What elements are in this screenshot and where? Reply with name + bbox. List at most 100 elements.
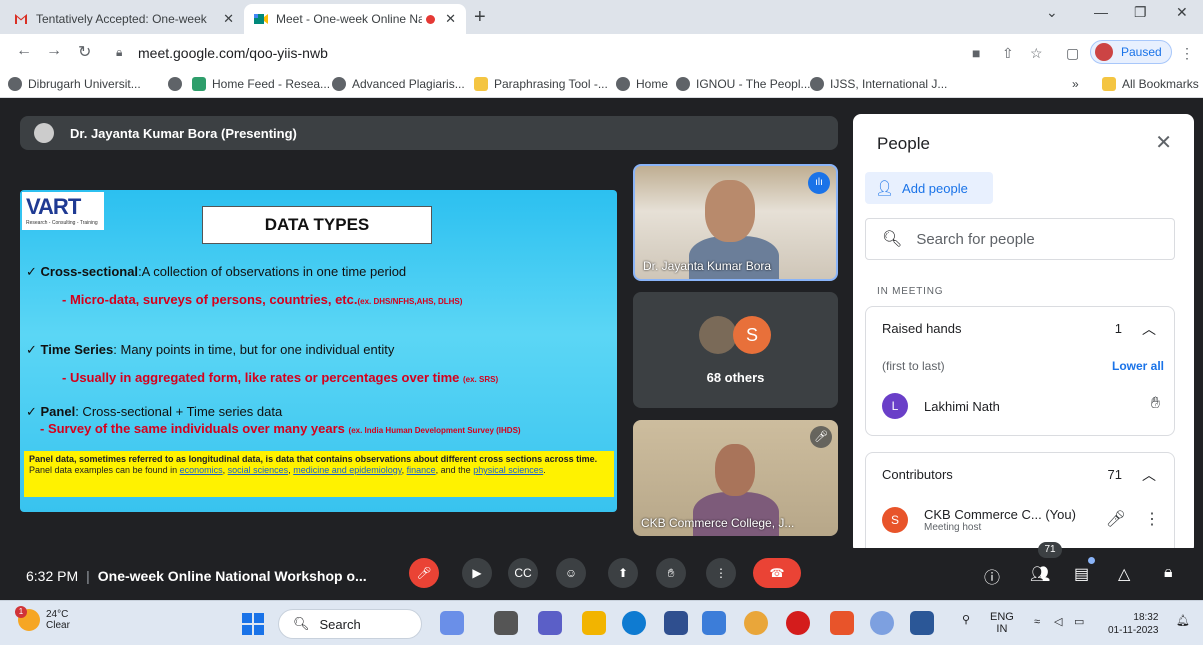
edge-icon[interactable]: [622, 611, 646, 635]
close-window-button[interactable]: ✕: [1176, 4, 1188, 21]
bookmark-item[interactable]: Home: [616, 77, 668, 91]
participant-tile-presenter[interactable]: ılı Dr. Jayanta Kumar Bora: [633, 164, 838, 281]
presenter-avatar: [34, 123, 54, 143]
participant-row[interactable]: S CKB Commerce C... (You) Meeting host: [882, 507, 1076, 533]
battery-icon[interactable]: ▭: [1074, 616, 1084, 628]
more-options-button[interactable]: ⋮: [706, 558, 736, 588]
mic-off-button[interactable]: 🎤︎: [409, 558, 439, 588]
host-controls-icon[interactable]: 🔒︎: [1164, 564, 1173, 582]
taskbar-clock[interactable]: 18:32 01-11-2023: [1108, 611, 1158, 637]
speaking-indicator-icon: ılı: [808, 172, 830, 194]
app-icon-mindmap[interactable]: [702, 611, 726, 635]
raised-hand-icon[interactable]: ✋︎: [1151, 395, 1160, 413]
close-tab-icon[interactable]: ✕: [445, 11, 456, 27]
add-people-button[interactable]: 👤︎ Add people: [865, 172, 993, 204]
others-count: 68 others: [706, 370, 765, 385]
temperature: 24°C: [46, 609, 69, 620]
globe-icon: [8, 77, 22, 91]
meet-icon: [254, 13, 268, 25]
weather-widget[interactable]: 1 24°C Clear: [15, 606, 70, 631]
file-explorer-icon[interactable]: [582, 611, 606, 635]
forward-icon[interactable]: →: [46, 42, 62, 60]
store-icon[interactable]: [664, 611, 688, 635]
opera-icon[interactable]: [786, 611, 810, 635]
present-button[interactable]: ⬆: [608, 558, 638, 588]
teams-icon[interactable]: [538, 611, 562, 635]
word-icon[interactable]: [910, 611, 934, 635]
raise-hand-button[interactable]: ✋︎: [656, 558, 686, 588]
camera-icon[interactable]: ■: [972, 45, 980, 61]
bookmark-item[interactable]: IGNOU - The Peopl...: [676, 77, 811, 91]
menu-icon[interactable]: ⋮: [1180, 45, 1194, 62]
slide-note: Panel data, sometimes referred to as lon…: [24, 451, 614, 497]
tab-search-icon[interactable]: ⌄: [1046, 4, 1058, 21]
more-bookmarks[interactable]: »: [1072, 77, 1079, 91]
chat-icon[interactable]: ▤: [1074, 564, 1089, 584]
slide-title: DATA TYPES: [202, 206, 432, 244]
close-tab-icon[interactable]: ✕: [223, 11, 234, 27]
back-icon[interactable]: ←: [16, 42, 32, 60]
captions-button[interactable]: CC: [508, 558, 538, 588]
meet-controls-bar: 6:32 PM | One-week Online National Worksho…: [0, 548, 1203, 600]
brave-icon[interactable]: [830, 611, 854, 635]
windows-start-button[interactable]: [242, 613, 264, 635]
lower-all-button[interactable]: Lower all: [1112, 359, 1164, 373]
pin-icon[interactable]: ⚲: [962, 614, 970, 626]
bookmark-item[interactable]: Advanced Plagiaris...: [332, 77, 465, 91]
bookmark-star-icon[interactable]: ☆: [1030, 45, 1043, 62]
tab-title: Tentatively Accepted: One-week: [36, 12, 207, 26]
bookmark-item[interactable]: IJSS, International J...: [810, 77, 947, 91]
folder-icon: [1102, 77, 1116, 91]
side-panel-icon[interactable]: ▢: [1066, 45, 1079, 62]
notification-bell-icon[interactable]: 🔔︎: [1176, 615, 1190, 627]
chevron-up-icon[interactable]: ︿: [1142, 319, 1156, 339]
reload-icon[interactable]: ↻: [78, 42, 91, 62]
bookmark-item[interactable]: Home Feed - Resea...: [192, 77, 330, 91]
participant-row[interactable]: L Lakhimi Nath: [882, 393, 1000, 419]
task-view-icon[interactable]: [494, 611, 518, 635]
profile-button[interactable]: Paused: [1090, 40, 1172, 64]
emoji-button[interactable]: ☺: [556, 558, 586, 588]
chrome-icon[interactable]: [744, 611, 768, 635]
search-icon: 🔍︎: [293, 616, 310, 631]
weather-badge: 1: [15, 606, 27, 618]
volume-icon[interactable]: ◁: [1054, 616, 1062, 628]
raised-hands-group: Raised hands 1 ︿ (first to last) Lower a…: [865, 306, 1175, 436]
search-people-input[interactable]: 🔍︎ Search for people: [865, 218, 1175, 260]
meeting-name: One-week Online National Workshop o...: [97, 568, 367, 584]
camera-button[interactable]: ▶: [462, 558, 492, 588]
tab-meet[interactable]: Meet - One-week Online Na ✕: [244, 4, 466, 34]
restore-button[interactable]: ❐: [1134, 4, 1147, 21]
profile-app-icon[interactable]: [870, 611, 894, 635]
people-icon[interactable]: 👥︎: [1030, 564, 1050, 584]
participant-tile-self[interactable]: 🎤︎ CKB Commerce College, J...: [633, 420, 838, 536]
contributors-group: Contributors 71 ︿ S CKB Commerce C... (Y…: [865, 452, 1175, 554]
avatar: S: [733, 316, 771, 354]
bookmark-item[interactable]: Dibrugarh Universit...: [8, 77, 141, 91]
language-indicator[interactable]: ENG IN: [990, 611, 1014, 635]
app-icon-widgets[interactable]: [440, 611, 464, 635]
participant-tile-others[interactable]: S 68 others: [633, 292, 838, 408]
minimize-button[interactable]: —: [1094, 4, 1108, 20]
bookmark-item[interactable]: Paraphrasing Tool -...: [474, 77, 608, 91]
slide-point-cross-sectional: ✓ Cross-sectional:A collection of observ…: [26, 264, 407, 279]
wifi-icon[interactable]: ≈: [1034, 616, 1040, 628]
group-count: 1: [1114, 321, 1122, 336]
new-tab-button[interactable]: +: [474, 6, 486, 29]
people-panel: People ✕ 👤︎ Add people 🔍︎ Search for peo…: [853, 114, 1194, 554]
taskbar-search[interactable]: 🔍︎ Search: [278, 609, 422, 639]
chevron-up-icon[interactable]: ︿: [1142, 465, 1156, 485]
chat-notification-dot: [1088, 557, 1095, 564]
share-icon[interactable]: ⇧: [1002, 45, 1014, 62]
slide-sub-time-series: - Usually in aggregated form, like rates…: [62, 370, 499, 385]
gmail-icon: [14, 13, 28, 25]
more-options-icon[interactable]: ⋮: [1144, 509, 1160, 529]
activities-icon[interactable]: △: [1118, 564, 1130, 584]
bookmark-item[interactable]: [168, 77, 188, 91]
info-icon[interactable]: ⓘ: [984, 564, 1000, 588]
paraphrasing-icon: [474, 77, 488, 91]
all-bookmarks[interactable]: All Bookmarks: [1102, 77, 1199, 91]
close-icon[interactable]: ✕: [1155, 130, 1172, 155]
end-call-button[interactable]: ☎: [753, 558, 801, 588]
tab-gmail[interactable]: Tentatively Accepted: One-week ✕: [4, 4, 244, 34]
